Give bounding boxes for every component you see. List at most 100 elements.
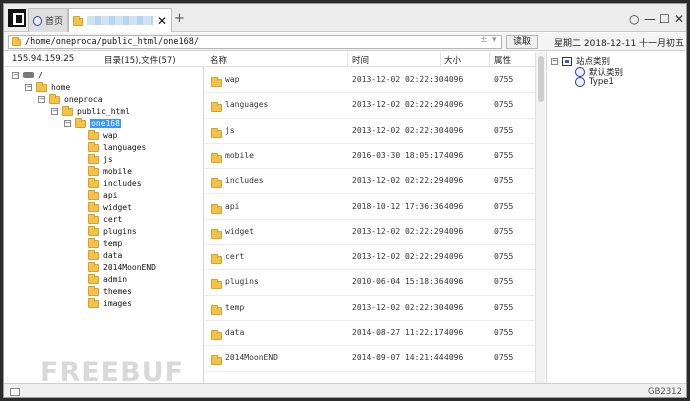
- file-name: 2014MoonEND: [225, 353, 278, 363]
- file-time: 2013-12-02 02:22:29: [352, 226, 444, 236]
- tree-node[interactable]: data: [88, 249, 122, 261]
- app-logo-icon[interactable]: [8, 9, 26, 27]
- tree-node[interactable]: widget: [88, 201, 132, 213]
- file-attr: 0755: [494, 100, 514, 110]
- file-attr: 0755: [494, 75, 514, 84]
- site-category-type1[interactable]: Type1: [575, 77, 614, 87]
- file-time: 2016-03-30 18:05:17: [352, 150, 444, 160]
- file-time: 2013-12-02 02:22:29: [352, 176, 444, 186]
- tree-node[interactable]: images: [88, 297, 132, 309]
- folder-icon: [211, 279, 222, 290]
- file-name: data: [225, 328, 245, 337]
- tree-node[interactable]: languages: [88, 141, 146, 153]
- folder-icon: [62, 105, 73, 116]
- tab-current[interactable]: ✕: [68, 8, 172, 32]
- column-divider: [347, 52, 348, 67]
- minimize-icon[interactable]: —: [644, 12, 656, 26]
- tree-node-label: public_html: [77, 106, 130, 116]
- tree-node[interactable]: mobile: [88, 165, 132, 177]
- file-size: 4096: [444, 277, 464, 287]
- date-display: 星期二 2018-12-11 十一月初五: [554, 39, 685, 49]
- collapse-icon[interactable]: −: [551, 57, 558, 65]
- folder-icon: [211, 330, 222, 340]
- file-row[interactable]: 2014MoonEND 2014-09-07 14:21:44 4096 0755: [205, 346, 535, 372]
- address-bar: /home/oneproca/public_html/one168/ ± ▾ 读…: [4, 33, 686, 51]
- tree-node-label: wap: [103, 130, 118, 140]
- tree-node[interactable]: themes: [88, 285, 132, 297]
- file-attr: 0755: [494, 328, 514, 337]
- scrollbar-thumb[interactable]: [538, 56, 544, 102]
- folder-icon: [88, 189, 99, 200]
- file-row[interactable]: mobile 2016-03-30 18:05:17 4096 0755: [205, 144, 535, 170]
- file-size: 4096: [444, 226, 464, 236]
- path-input[interactable]: /home/oneproca/public_html/one168/: [8, 35, 502, 49]
- file-name: includes: [225, 176, 264, 186]
- close-icon[interactable]: ✕: [674, 12, 684, 26]
- tree-node[interactable]: cert: [88, 213, 122, 225]
- tree-node-label: widget: [103, 202, 132, 212]
- column-size[interactable]: 大小: [444, 54, 461, 66]
- tree-collapse-icon[interactable]: −: [12, 71, 19, 79]
- tree-node[interactable]: temp: [88, 237, 122, 249]
- file-row[interactable]: js 2013-12-02 02:22:30 4096 0755: [205, 119, 535, 144]
- file-list-header: 名称 时间 大小 属性: [205, 52, 535, 67]
- tree-node-label: home: [51, 82, 71, 92]
- tree-node-label: temp: [103, 238, 123, 248]
- tree-node[interactable]: js: [88, 153, 113, 165]
- file-row[interactable]: plugins 2010-06-04 15:18:36 4096 0755: [205, 270, 535, 296]
- tree-node-label: languages: [103, 142, 147, 152]
- column-attr[interactable]: 属性: [494, 54, 511, 66]
- file-list-scrollbar[interactable]: [535, 52, 545, 383]
- tree-node[interactable]: − /: [12, 69, 43, 81]
- tree-node[interactable]: wap: [88, 129, 117, 141]
- tree-node[interactable]: − public_html: [51, 105, 130, 117]
- folder-icon: [211, 102, 222, 113]
- tree-collapse-icon[interactable]: −: [51, 107, 58, 115]
- new-tab-button[interactable]: +: [174, 11, 185, 26]
- folder-icon: [88, 177, 99, 188]
- read-button[interactable]: 读取: [506, 35, 538, 49]
- file-time: 2014-08-27 11:22:17: [352, 328, 444, 337]
- tree-node[interactable]: admin: [88, 273, 127, 285]
- folder-icon: [211, 304, 222, 315]
- folder-icon: [211, 178, 222, 189]
- folder-icon: [88, 225, 99, 236]
- file-row[interactable]: languages 2013-12-02 02:22:29 4096 0755: [205, 93, 535, 119]
- path-text: /home/oneproca/public_html/one168/: [25, 37, 199, 47]
- status-window-icon[interactable]: [10, 388, 20, 396]
- tree-collapse-icon[interactable]: −: [38, 95, 45, 103]
- folder-icon: [88, 129, 99, 140]
- tab-close-icon[interactable]: ✕: [157, 14, 167, 28]
- encoding-label: GB2312: [647, 387, 682, 397]
- file-row[interactable]: cert 2013-12-02 02:22:29 4096 0755: [205, 245, 535, 271]
- tree-node[interactable]: api: [88, 189, 117, 201]
- path-clear-icon[interactable]: ±: [480, 35, 488, 45]
- file-row[interactable]: includes 2013-12-02 02:22:29 4096 0755: [205, 169, 535, 195]
- file-row[interactable]: temp 2013-12-02 02:22:30 4096 0755: [205, 296, 535, 321]
- tree-node[interactable]: − one168: [64, 117, 121, 129]
- tree-node-label: plugins: [103, 226, 137, 236]
- tab-home[interactable]: 首页: [28, 8, 68, 32]
- column-name[interactable]: 名称: [210, 54, 227, 66]
- file-row[interactable]: widget 2013-12-02 02:22:29 4096 0755: [205, 220, 535, 246]
- file-size: 4096: [444, 353, 464, 363]
- tree-node[interactable]: − oneproca: [38, 93, 103, 105]
- column-divider: [489, 52, 490, 67]
- column-time[interactable]: 时间: [352, 54, 369, 66]
- file-time: 2014-09-07 14:21:44: [352, 353, 444, 363]
- path-dropdown-icon[interactable]: ▾: [492, 35, 497, 45]
- tree-node[interactable]: plugins: [88, 225, 137, 237]
- file-time: 2013-12-02 02:22:30: [352, 125, 444, 135]
- tree-collapse-icon[interactable]: −: [25, 83, 32, 91]
- folder-icon: [88, 273, 99, 284]
- file-row[interactable]: api 2018-10-12 17:36:36 4096 0755: [205, 195, 535, 220]
- file-row[interactable]: data 2014-08-27 11:22:17 4096 0755: [205, 321, 535, 347]
- circle-button-icon[interactable]: ○: [629, 12, 639, 26]
- tree-node[interactable]: 2014MoonEND: [88, 261, 156, 273]
- tab-home-label: 首页: [44, 17, 63, 27]
- maximize-icon[interactable]: ☐: [659, 12, 670, 26]
- tree-node[interactable]: − home: [25, 81, 70, 93]
- tree-node[interactable]: includes: [88, 177, 142, 189]
- tree-collapse-icon[interactable]: −: [64, 119, 71, 127]
- file-row[interactable]: wap 2013-12-02 02:22:30 4096 0755: [205, 68, 535, 94]
